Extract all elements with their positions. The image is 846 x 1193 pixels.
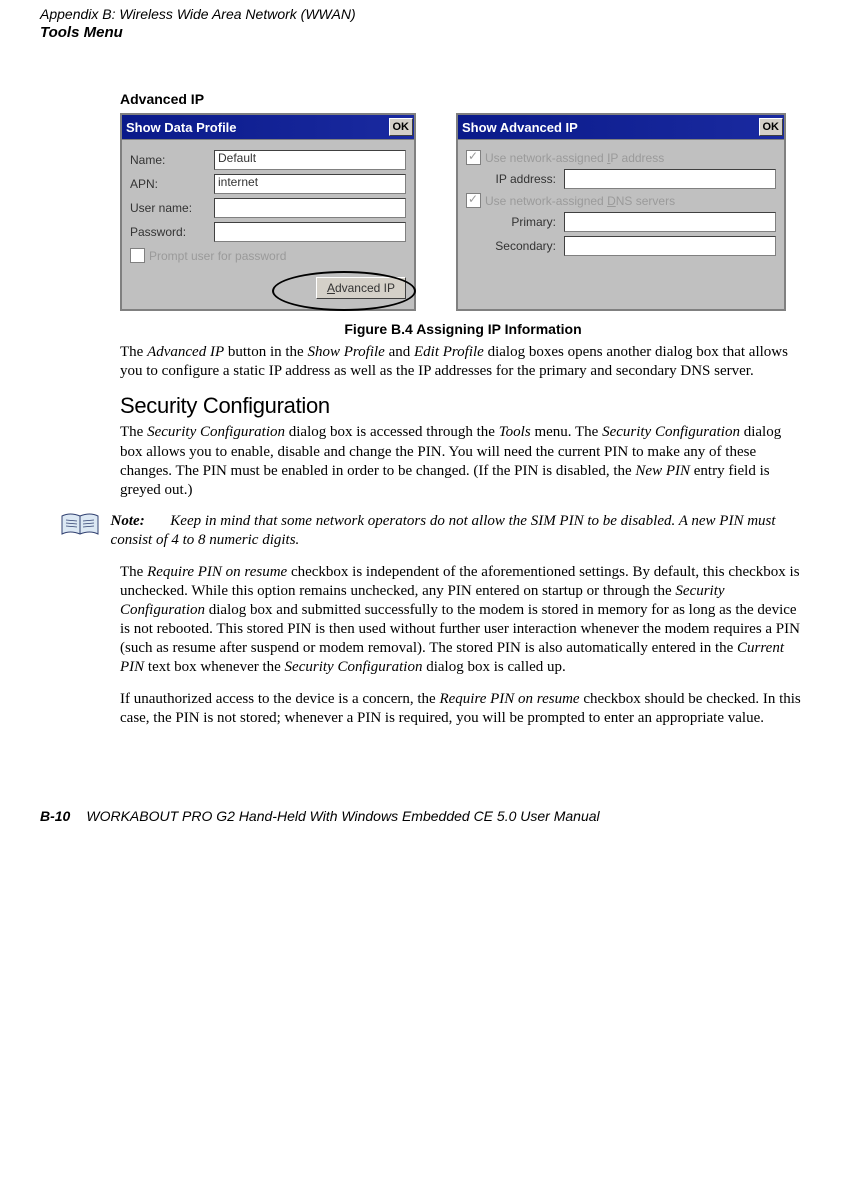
txt-italic: Security Configuration xyxy=(147,424,285,440)
page-number: B-10 xyxy=(40,808,70,824)
txt: dialog box is called up. xyxy=(422,659,565,675)
prompt-password-checkbox[interactable] xyxy=(130,248,145,263)
user-name-field[interactable] xyxy=(214,198,406,218)
header-appendix: Appendix B: Wireless Wide Area Network (… xyxy=(40,6,806,22)
screenshot-row: Show Data Profile OK Name: Default APN: … xyxy=(120,113,806,311)
txt-italic: Advanced IP xyxy=(147,344,224,360)
txt-italic: Require PIN on resume xyxy=(147,564,287,580)
txt: text box whenever the xyxy=(144,659,284,675)
advanced-ip-heading: Advanced IP xyxy=(120,91,806,107)
advanced-ip-underline: A xyxy=(327,281,335,295)
note-label: Note: xyxy=(111,512,167,531)
header-section: Tools Menu xyxy=(40,24,806,41)
apn-label: APN: xyxy=(130,177,214,191)
txt-italic: Edit Profile xyxy=(414,344,484,360)
name-field[interactable]: Default xyxy=(214,150,406,170)
security-configuration-heading: Security Configuration xyxy=(120,393,806,419)
titlebar: Show Data Profile OK xyxy=(122,115,414,140)
manual-title: WORKABOUT PRO G2 Hand-Held With Windows … xyxy=(86,808,599,824)
ip-address-label: IP address: xyxy=(466,172,564,186)
txt: The xyxy=(120,424,147,440)
txt-italic: Show Profile xyxy=(307,344,384,360)
window-title: Show Advanced IP xyxy=(462,120,578,135)
show-advanced-ip-window: Show Advanced IP OK Use network-assigned… xyxy=(456,113,786,311)
note-text: Keep in mind that some network operators… xyxy=(111,513,776,548)
txt: The xyxy=(120,344,147,360)
primary-dns-label: Primary: xyxy=(466,215,564,229)
titlebar: Show Advanced IP OK xyxy=(458,115,784,140)
password-field[interactable] xyxy=(214,222,406,242)
show-data-profile-window: Show Data Profile OK Name: Default APN: … xyxy=(120,113,416,311)
use-ip-prefix: Use network-assigned xyxy=(485,151,607,165)
prompt-password-label: Prompt user for password xyxy=(149,249,286,263)
use-dns-prefix: Use network-assigned xyxy=(485,194,607,208)
apn-field[interactable]: internet xyxy=(214,174,406,194)
paragraph-unauthorized: If unauthorized access to the device is … xyxy=(120,690,806,728)
paragraph-security-config: The Security Configuration dialog box is… xyxy=(120,423,806,500)
note-block: Note: Keep in mind that some network ope… xyxy=(60,512,806,550)
use-dns-rest: NS servers xyxy=(616,194,675,208)
txt: menu. The xyxy=(531,424,602,440)
ok-button[interactable]: OK xyxy=(389,118,414,136)
txt: button in the xyxy=(224,344,307,360)
user-name-label: User name: xyxy=(130,201,214,215)
txt-italic: Tools xyxy=(499,424,531,440)
ip-address-field[interactable] xyxy=(564,169,776,189)
use-network-dns-label: Use network-assigned DNS servers xyxy=(485,194,675,208)
figure-caption: Figure B.4 Assigning IP Information xyxy=(120,321,806,337)
use-dns-underline: D xyxy=(607,194,616,208)
txt-italic: Security Configuration xyxy=(285,659,423,675)
ok-button[interactable]: OK xyxy=(759,118,784,136)
txt: dialog box is accessed through the xyxy=(285,424,499,440)
use-network-ip-label: Use network-assigned IP address xyxy=(485,151,664,165)
advanced-ip-button[interactable]: Advanced IP xyxy=(316,277,406,299)
secondary-dns-label: Secondary: xyxy=(466,239,564,253)
password-label: Password: xyxy=(130,225,214,239)
use-ip-rest: P address xyxy=(610,151,664,165)
name-label: Name: xyxy=(130,153,214,167)
paragraph-require-pin: The Require PIN on resume checkbox is in… xyxy=(120,563,806,678)
footer: B-10 WORKABOUT PRO G2 Hand-Held With Win… xyxy=(40,808,806,824)
use-network-dns-checkbox[interactable] xyxy=(466,193,481,208)
txt-italic: Security Configuration xyxy=(602,424,740,440)
use-network-ip-checkbox[interactable] xyxy=(466,150,481,165)
txt-italic: New PIN xyxy=(635,463,690,479)
primary-dns-field[interactable] xyxy=(564,212,776,232)
txt: and xyxy=(385,344,414,360)
txt: The xyxy=(120,564,147,580)
paragraph-advanced-ip: The Advanced IP button in the Show Profi… xyxy=(120,343,806,381)
txt: dialog box and submitted successfully to… xyxy=(120,602,800,656)
book-icon xyxy=(60,512,101,545)
window-title: Show Data Profile xyxy=(126,120,237,135)
txt-italic: Require PIN on resume xyxy=(439,691,579,707)
txt: If unauthorized access to the device is … xyxy=(120,691,439,707)
advanced-ip-rest: dvanced IP xyxy=(335,281,395,295)
secondary-dns-field[interactable] xyxy=(564,236,776,256)
